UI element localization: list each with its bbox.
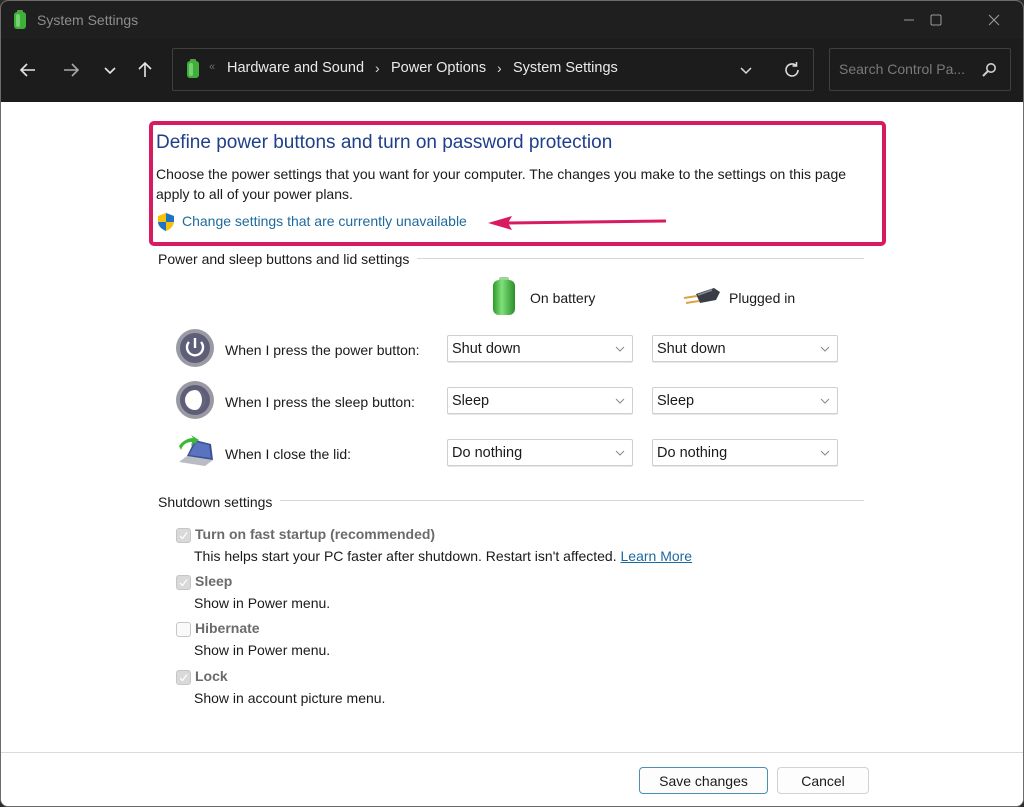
sleep-button-on-battery-select[interactable]: Sleep (447, 387, 633, 414)
close-lid-plugged-in-select[interactable]: Do nothing (652, 439, 838, 466)
sleep-button-icon (176, 381, 214, 419)
breadcrumb-hardware-and-sound[interactable]: Hardware and Sound (227, 60, 364, 76)
column-header-on-battery: On battery (530, 290, 596, 306)
shutdown-section-label: Shutdown settings (158, 494, 281, 510)
sleep-label: Sleep (195, 573, 233, 589)
breadcrumb-separator[interactable]: › (375, 60, 380, 76)
chevron-down-icon (615, 346, 625, 352)
chevron-down-icon (820, 398, 830, 404)
select-value: Sleep (657, 393, 695, 409)
chevron-down-icon (820, 346, 830, 352)
chevron-down-icon (615, 450, 625, 456)
breadcrumb-system-settings[interactable]: System Settings (513, 60, 618, 76)
sleep-checkbox[interactable] (176, 575, 191, 590)
select-value: Shut down (657, 341, 726, 357)
select-value: Sleep (452, 393, 490, 409)
footer-bar: Save changes Cancel (1, 752, 1023, 806)
sleep-description: Show in Power menu. (194, 595, 331, 611)
close-button[interactable] (966, 1, 1022, 39)
lock-description: Show in account picture menu. (194, 690, 386, 706)
power-section-label: Power and sleep buttons and lid settings (158, 251, 418, 267)
page-title: Define power buttons and turn on passwor… (156, 132, 613, 153)
window-title: System Settings (37, 12, 139, 28)
learn-more-link[interactable]: Learn More (621, 548, 693, 564)
uac-shield-icon (158, 213, 174, 231)
column-header-plugged-in: Plugged in (729, 290, 796, 306)
battery-icon (493, 277, 515, 315)
fast-startup-description-text: This helps start your PC faster after sh… (194, 548, 617, 564)
address-history-chevron-icon[interactable] (736, 60, 756, 80)
close-lid-label: When I close the lid: (225, 446, 352, 462)
chevron-down-icon (104, 67, 116, 75)
power-options-app-icon (14, 10, 26, 29)
forward-button[interactable] (58, 57, 84, 83)
sleep-button-label: When I press the sleep button: (225, 394, 415, 410)
laptop-lid-icon (179, 435, 213, 466)
checkmark-icon (179, 674, 188, 682)
system-settings-window: System Settings « Hardware and Sound › P… (0, 0, 1024, 807)
arrow-up-icon (138, 61, 152, 77)
search-icon[interactable] (980, 61, 998, 79)
change-unavailable-settings-link[interactable]: Change settings that are currently unava… (182, 213, 467, 229)
fast-startup-checkbox[interactable] (176, 528, 191, 543)
power-button-plugged-in-select[interactable]: Shut down (652, 335, 838, 362)
maximize-icon (930, 14, 942, 26)
power-options-location-icon (187, 59, 199, 78)
lock-checkbox[interactable] (176, 670, 191, 685)
power-button-on-battery-select[interactable]: Shut down (447, 335, 633, 362)
power-button-label: When I press the power button: (225, 342, 420, 358)
checkmark-icon (179, 532, 188, 540)
arrow-right-icon (64, 63, 80, 77)
plug-icon (683, 288, 720, 304)
annotation-arrow-icon (488, 216, 667, 230)
title-bar: System Settings (1, 1, 1023, 39)
hibernate-checkbox[interactable] (176, 622, 191, 637)
select-value: Do nothing (657, 445, 728, 461)
breadcrumb-overflow[interactable]: « (209, 61, 215, 73)
recent-locations-button[interactable] (97, 57, 123, 83)
maximize-button[interactable] (908, 1, 964, 39)
cancel-button[interactable]: Cancel (777, 767, 869, 794)
checkmark-icon (179, 579, 188, 587)
search-input[interactable]: Search Control Pa... (829, 48, 1011, 91)
breadcrumb-separator[interactable]: › (497, 60, 502, 76)
close-lid-on-battery-select[interactable]: Do nothing (447, 439, 633, 466)
breadcrumb-power-options[interactable]: Power Options (391, 60, 486, 76)
hibernate-label: Hibernate (195, 620, 260, 636)
search-placeholder: Search Control Pa... (839, 61, 966, 77)
refresh-icon[interactable] (781, 59, 803, 81)
navigation-bar: « Hardware and Sound › Power Options › S… (1, 39, 1023, 102)
hibernate-description: Show in Power menu. (194, 642, 331, 658)
chevron-down-icon (615, 398, 625, 404)
power-button-icon (176, 329, 214, 367)
fast-startup-description: This helps start your PC faster after sh… (194, 548, 692, 564)
fast-startup-label: Turn on fast startup (recommended) (195, 526, 436, 542)
close-icon (988, 14, 1000, 26)
up-button[interactable] (132, 57, 158, 83)
sleep-button-plugged-in-select[interactable]: Sleep (652, 387, 838, 414)
lock-label: Lock (195, 668, 228, 684)
arrow-left-icon (19, 63, 35, 77)
chevron-down-icon (820, 450, 830, 456)
select-value: Do nothing (452, 445, 523, 461)
page-description: Choose the power settings that you want … (156, 166, 847, 202)
save-changes-button[interactable]: Save changes (639, 767, 768, 794)
select-value: Shut down (452, 341, 521, 357)
address-bar[interactable]: « Hardware and Sound › Power Options › S… (172, 48, 814, 91)
content-area: Define power buttons and turn on passwor… (1, 102, 1023, 752)
back-button[interactable] (15, 57, 41, 83)
